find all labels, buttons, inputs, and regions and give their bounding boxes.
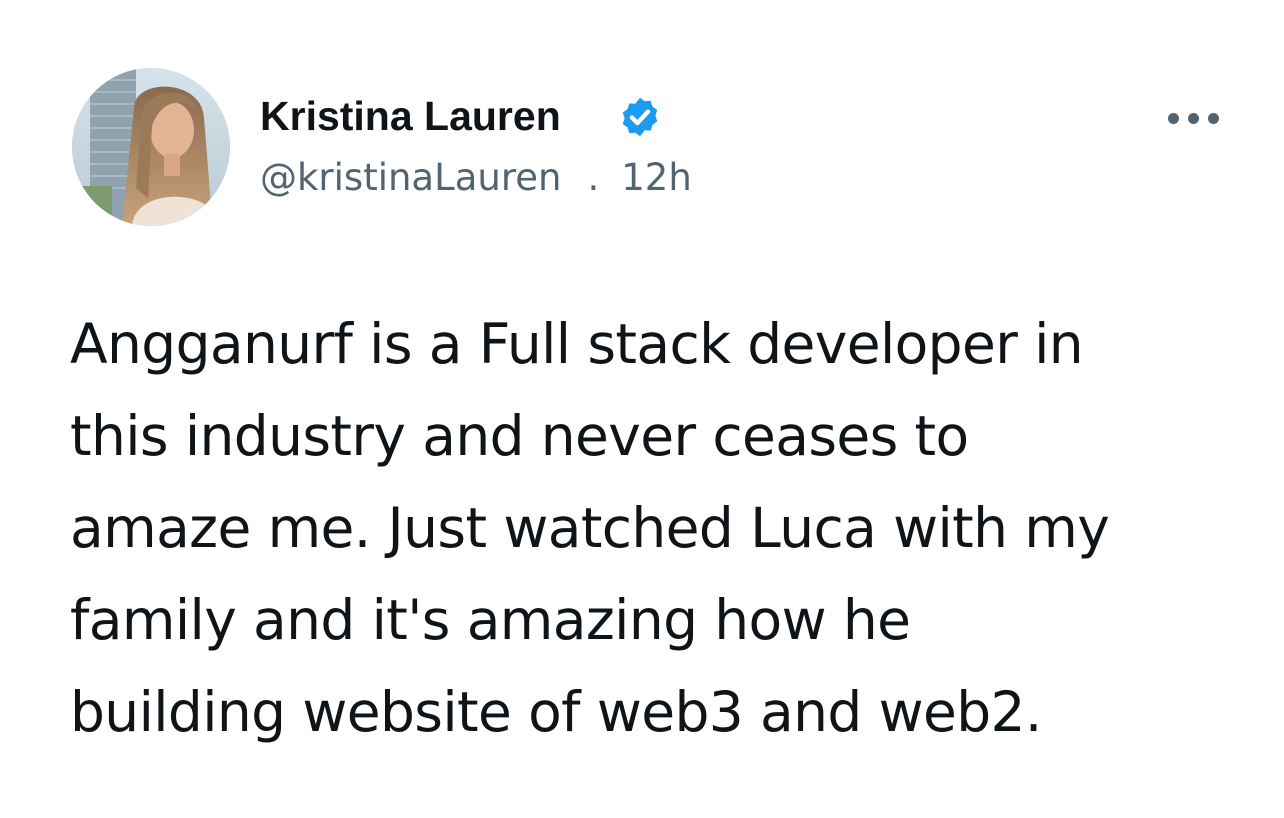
more-horizontal-icon [1167,112,1219,124]
avatar-photo [72,68,230,226]
tweet-timestamp[interactable]: 12h [621,156,692,199]
display-name[interactable]: Kristina Lauren [260,92,561,140]
tweet-text-line: building website of web3 and web2. [70,680,1042,744]
tweet-card: Kristina Lauren @kristinaLauren. 12h Angg… [0,0,1284,818]
tweet-text-line: this industry and never ceases to [70,404,969,468]
more-options-button[interactable] [1158,100,1228,136]
tweet-text-line: Angganurf is a Full stack developer in [70,312,1084,376]
tweet-text: Angganurf is a Full stack developer in t… [70,298,1260,758]
verified-badge-icon [622,97,658,137]
meta-separator: . [587,156,600,199]
tweet-text-line: amaze me. Just watched Luca with my [70,496,1110,560]
avatar[interactable] [72,68,230,226]
tweet-meta: @kristinaLauren. 12h [260,154,692,202]
user-handle[interactable]: @kristinaLauren [260,156,561,199]
tweet-text-line: family and it's amazing how he [70,588,911,652]
